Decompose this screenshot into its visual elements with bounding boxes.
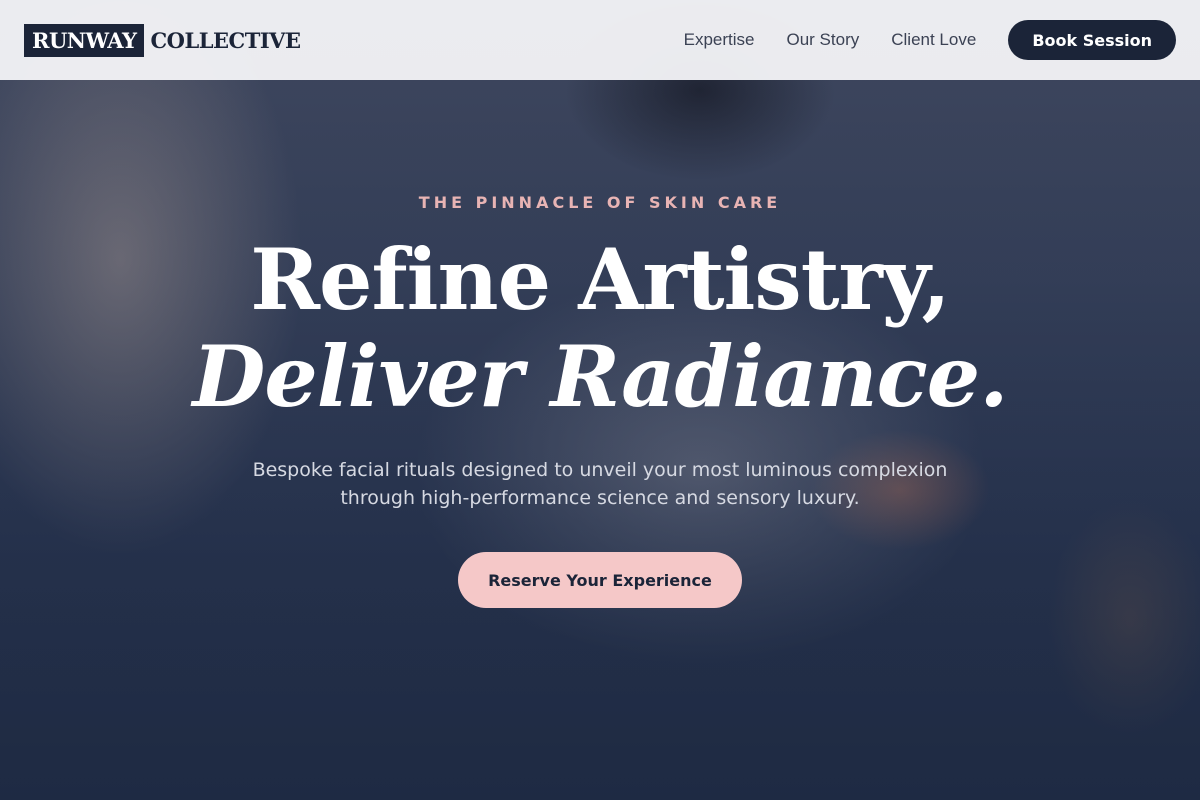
hero-headline-line1: Refine Artistry,	[250, 230, 951, 329]
hero-eyebrow: THE PINNACLE OF SKIN CARE	[418, 193, 782, 212]
hero-content: THE PINNACLE OF SKIN CARE Refine Artistr…	[0, 0, 1200, 800]
hero-headline-line2: Deliver Radiance.	[192, 327, 1008, 426]
hero-subtext: Bespoke facial rituals designed to unvei…	[252, 459, 948, 509]
reserve-experience-button[interactable]: Reserve Your Experience	[458, 552, 742, 608]
